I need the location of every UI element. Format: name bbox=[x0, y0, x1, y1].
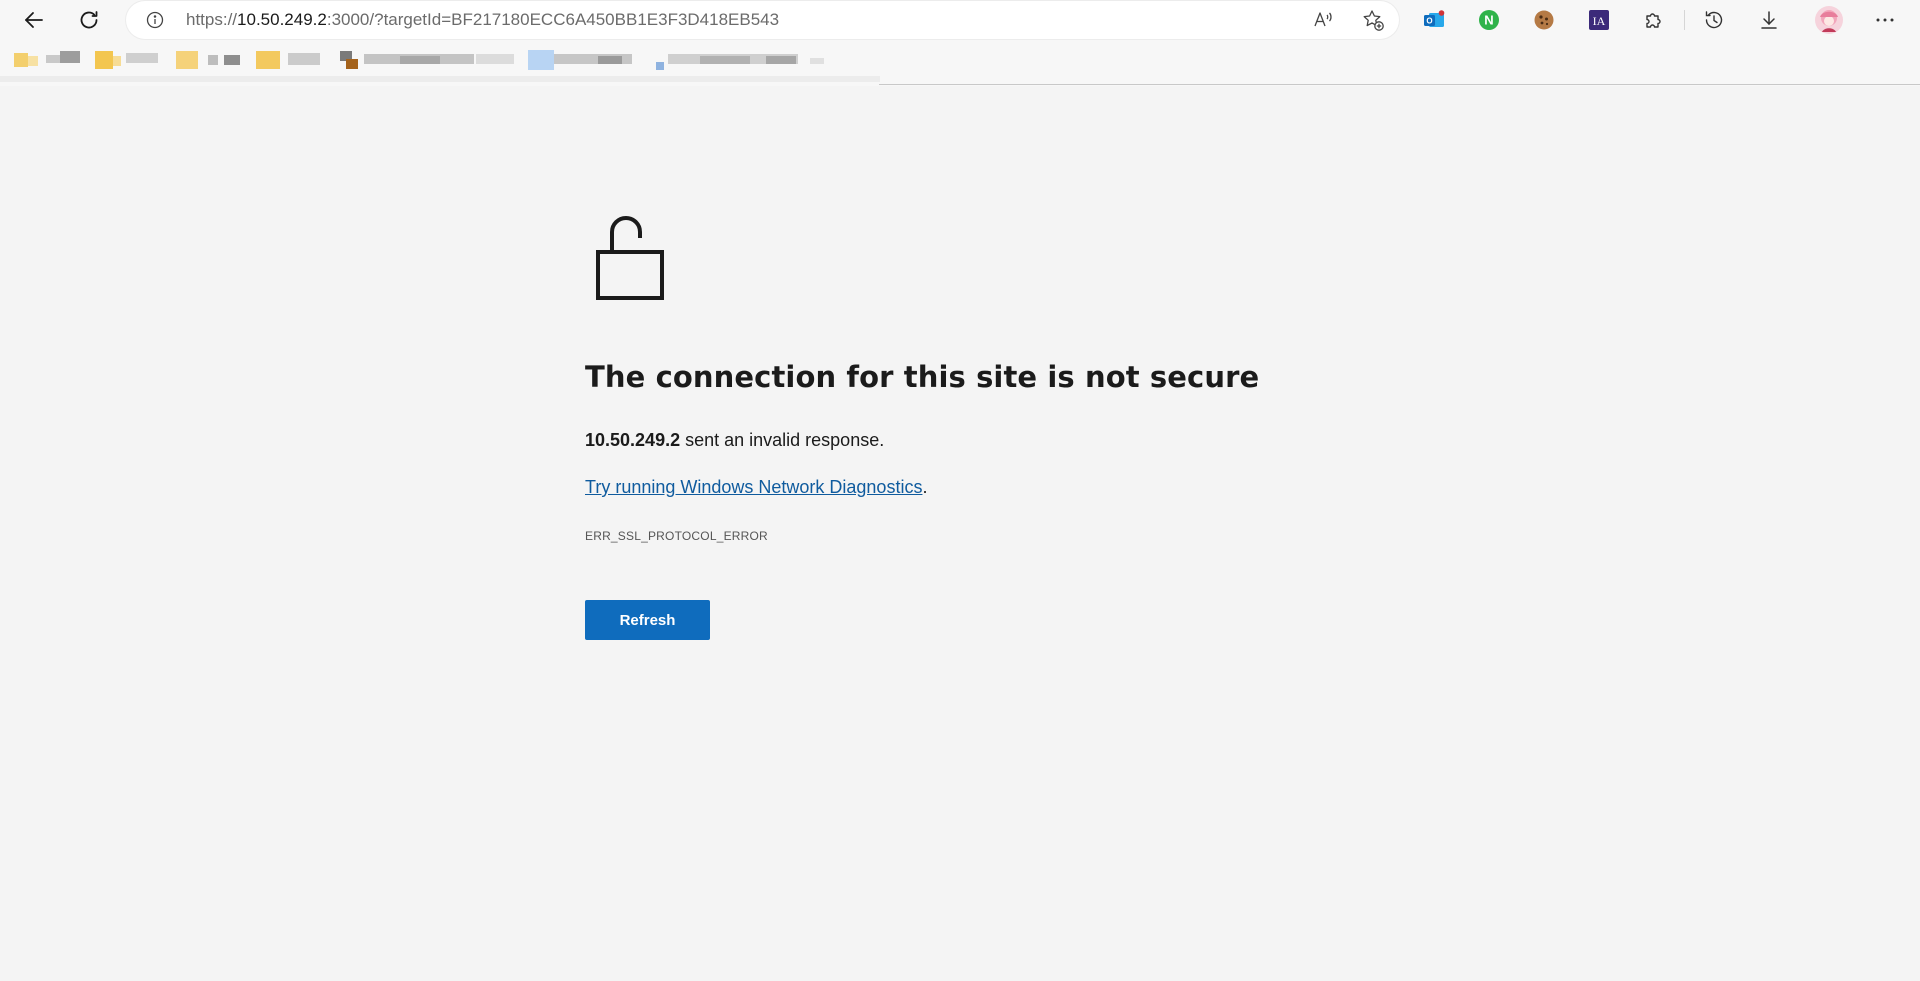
read-aloud-icon bbox=[1314, 12, 1332, 27]
download-icon[interactable] bbox=[1756, 7, 1782, 33]
ia-extension-icon[interactable]: IA bbox=[1586, 7, 1612, 33]
svg-text:N: N bbox=[1484, 13, 1493, 28]
error-host: 10.50.249.2 bbox=[585, 430, 681, 450]
diagnostics-period: . bbox=[922, 477, 928, 497]
address-bar[interactable]: https://10.50.249.2:3000/?targetId=BF217… bbox=[126, 1, 1399, 39]
favorites-bar-shadow bbox=[0, 76, 880, 82]
network-diagnostics-link[interactable]: Try running Windows Network Diagnostics bbox=[585, 477, 922, 497]
add-favorite-button[interactable] bbox=[1361, 8, 1385, 32]
toolbar-divider bbox=[1684, 10, 1685, 30]
arrow-left-icon bbox=[25, 12, 43, 28]
star-add-icon bbox=[1363, 10, 1384, 31]
refresh-button[interactable]: Refresh bbox=[585, 600, 710, 640]
read-aloud-button[interactable] bbox=[1312, 8, 1336, 32]
refresh-icon bbox=[80, 11, 98, 29]
error-title: The connection for this site is not secu… bbox=[585, 360, 1260, 394]
diagnostics-line: Try running Windows Network Diagnostics. bbox=[585, 477, 927, 498]
url-text[interactable]: https://10.50.249.2:3000/?targetId=BF217… bbox=[186, 1, 779, 39]
browser-toolbar: https://10.50.249.2:3000/?targetId=BF217… bbox=[0, 0, 1920, 40]
url-host: 10.50.249.2 bbox=[237, 10, 327, 29]
svg-text:O: O bbox=[1426, 17, 1432, 26]
error-code: ERR_SSL_PROTOCOL_ERROR bbox=[585, 529, 768, 543]
profile-avatar[interactable] bbox=[1814, 5, 1844, 35]
extensions-puzzle-icon[interactable] bbox=[1641, 7, 1667, 33]
svg-text:IA: IA bbox=[1593, 14, 1606, 28]
cookie-icon[interactable] bbox=[1531, 7, 1557, 33]
url-scheme: https:// bbox=[186, 10, 238, 29]
favorites-bar bbox=[0, 40, 1920, 86]
unlocked-padlock-icon bbox=[596, 216, 664, 300]
n-extension-icon[interactable]: N bbox=[1476, 7, 1502, 33]
page-divider bbox=[879, 84, 1920, 85]
back-button[interactable] bbox=[16, 2, 52, 38]
error-description: 10.50.249.2 sent an invalid response. bbox=[585, 430, 884, 451]
error-description-text: sent an invalid response. bbox=[680, 430, 885, 450]
error-page: The connection for this site is not secu… bbox=[0, 86, 1920, 981]
history-icon[interactable] bbox=[1701, 7, 1727, 33]
more-options-icon[interactable] bbox=[1872, 7, 1898, 33]
site-info-icon[interactable] bbox=[145, 10, 165, 30]
outlook-icon[interactable]: O bbox=[1421, 7, 1447, 33]
reload-button[interactable] bbox=[71, 2, 107, 38]
url-path: :3000/?targetId=BF217180ECC6A450BB1E3F3D… bbox=[326, 10, 780, 29]
